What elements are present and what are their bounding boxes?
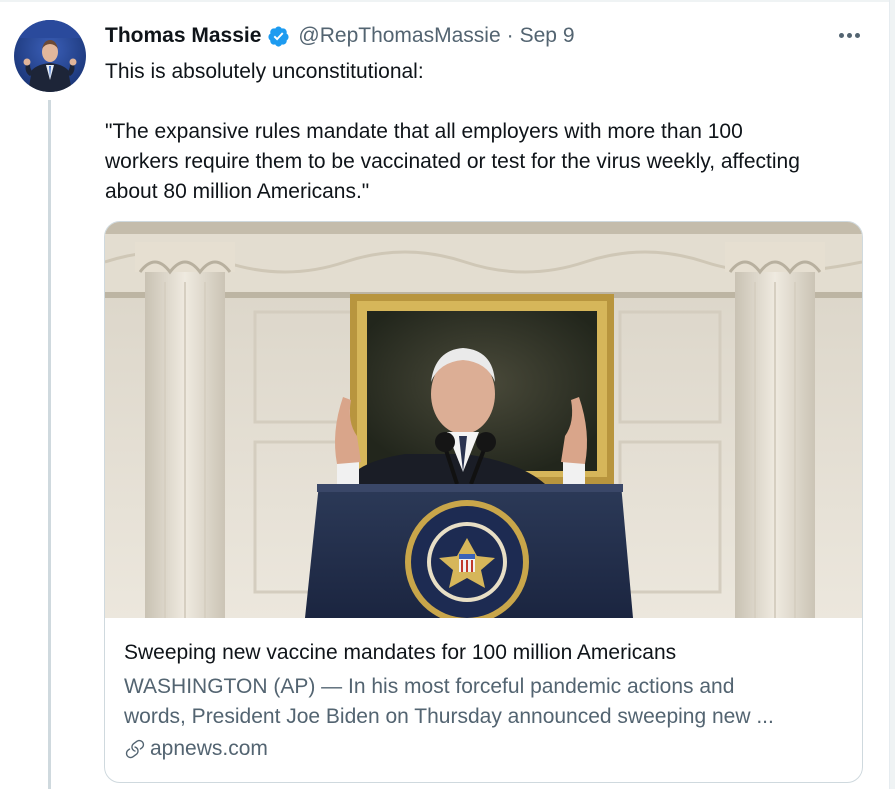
tweet-quote-line: workers require them to be vaccinated or…: [105, 150, 800, 173]
link-preview-card[interactable]: Sweeping new vaccine mandates for 100 mi…: [104, 221, 863, 783]
thread-line: [48, 100, 51, 789]
card-description-line: words, President Joe Biden on Thursday a…: [124, 705, 774, 728]
dot: [854, 32, 860, 38]
tweet-text-line: This is absolutely unconstitutional:: [105, 60, 424, 83]
more-options-icon[interactable]: [834, 22, 864, 48]
dot: [846, 32, 852, 38]
card-title[interactable]: Sweeping new vaccine mandates for 100 mi…: [124, 638, 844, 668]
card-body: Sweeping new vaccine mandates for 100 mi…: [124, 638, 844, 764]
tweet-container[interactable]: Thomas Massie @RepThomasMassie · Sep 9 T…: [0, 0, 895, 789]
verified-badge-icon: [267, 25, 290, 48]
tweet-quote-line: "The expansive rules mandate that all em…: [105, 120, 743, 143]
card-description-line: WASHINGTON (AP) — In his most forceful p…: [124, 675, 735, 698]
right-scroll-edge: [889, 0, 895, 789]
tweet-header: Thomas Massie @RepThomasMassie · Sep 9: [105, 22, 575, 50]
author-handle[interactable]: @RepThomasMassie: [298, 24, 500, 48]
card-domain[interactable]: apnews.com: [124, 734, 844, 764]
avatar[interactable]: [14, 20, 86, 92]
dot: [838, 32, 844, 38]
card-image: [105, 222, 862, 624]
tweet-quote-line: about 80 million Americans.": [105, 180, 370, 203]
header-separator: ·: [506, 24, 514, 47]
link-icon: [124, 738, 146, 760]
top-border: [0, 0, 895, 2]
card-description: WASHINGTON (AP) — In his most forceful p…: [124, 672, 844, 732]
author-name[interactable]: Thomas Massie: [105, 24, 261, 48]
tweet-date[interactable]: Sep 9: [520, 24, 575, 48]
tweet-text: This is absolutely unconstitutional: "Th…: [105, 57, 865, 207]
card-domain-text[interactable]: apnews.com: [150, 734, 268, 764]
